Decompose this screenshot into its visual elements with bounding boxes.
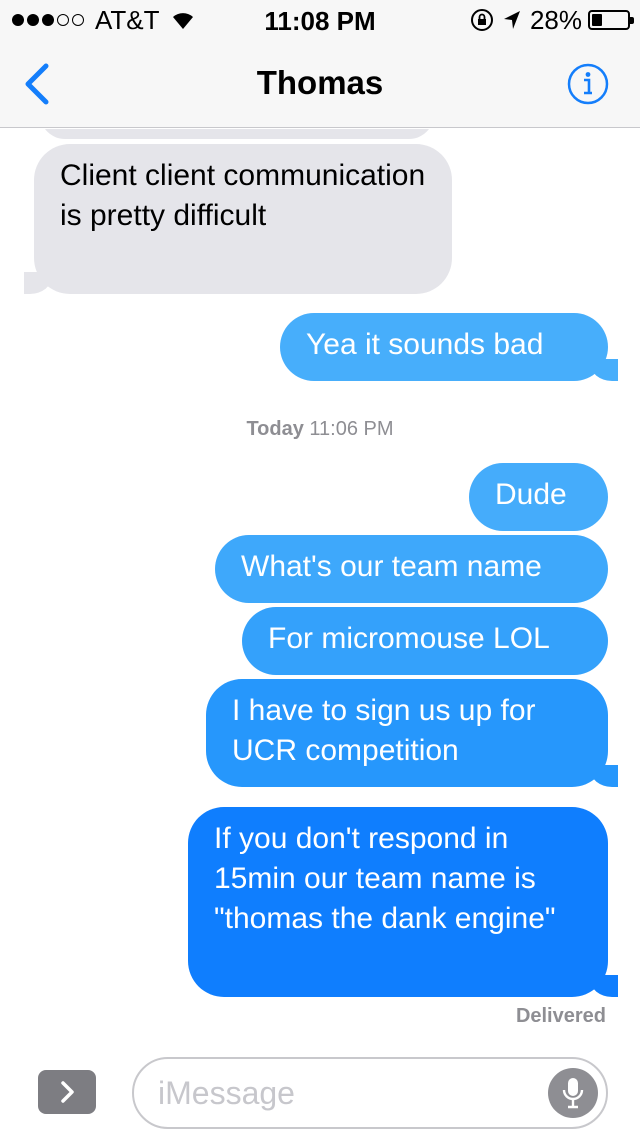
info-icon[interactable]: [566, 62, 610, 106]
navigation-bar: Thomas: [0, 40, 640, 128]
message-text: Client client communication is pretty di…: [60, 159, 426, 232]
timestamp-day: Today: [246, 418, 304, 440]
sent-message-bubble[interactable]: If you don't respond in 15min our team n…: [188, 807, 618, 997]
status-bar: AT&T 11:08 PM 28%: [0, 0, 640, 40]
battery-percent: 28%: [529, 4, 582, 35]
chevron-right-icon: [61, 1081, 74, 1103]
message-timestamp: Today 11:06 PM: [0, 418, 640, 441]
sent-message-bubble[interactable]: Dude: [469, 463, 608, 531]
message-text: Dude: [495, 478, 567, 511]
received-message-bubble[interactable]: Client client communication is pretty di…: [24, 144, 452, 294]
message-text: For micromouse LOL: [268, 622, 550, 655]
location-arrow-icon: [503, 11, 520, 29]
timestamp-time: 11:06 PM: [309, 418, 394, 440]
microphone-icon: [562, 1078, 584, 1109]
battery-icon: [588, 10, 634, 30]
delivered-status: Delivered: [515, 1005, 606, 1027]
sent-message-bubble[interactable]: What's our team name: [215, 535, 608, 603]
conversation-title[interactable]: Thomas: [0, 64, 640, 102]
previous-message-bubble[interactable]: [40, 129, 434, 139]
message-input-field[interactable]: [132, 1057, 608, 1129]
message-text: I have to sign us up for UCR competition: [232, 694, 536, 767]
sent-message-bubble[interactable]: I have to sign us up for UCR competition: [206, 679, 618, 787]
message-text: What's our team name: [241, 550, 542, 583]
message-text: If you don't respond in 15min our team n…: [214, 822, 556, 935]
microphone-button[interactable]: [548, 1068, 598, 1118]
imessage-input[interactable]: [158, 1071, 538, 1115]
status-right: 28%: [470, 4, 634, 35]
message-text: Yea it sounds bad: [306, 328, 544, 361]
sent-message-bubble[interactable]: Yea it sounds bad: [280, 313, 618, 381]
sent-message-bubble[interactable]: For micromouse LOL: [242, 607, 608, 675]
orientation-lock-icon: [470, 9, 493, 31]
compose-bar: [0, 1035, 640, 1136]
apps-expand-button[interactable]: [38, 1070, 96, 1114]
message-thread[interactable]: Client client communication is pretty di…: [0, 129, 640, 1035]
